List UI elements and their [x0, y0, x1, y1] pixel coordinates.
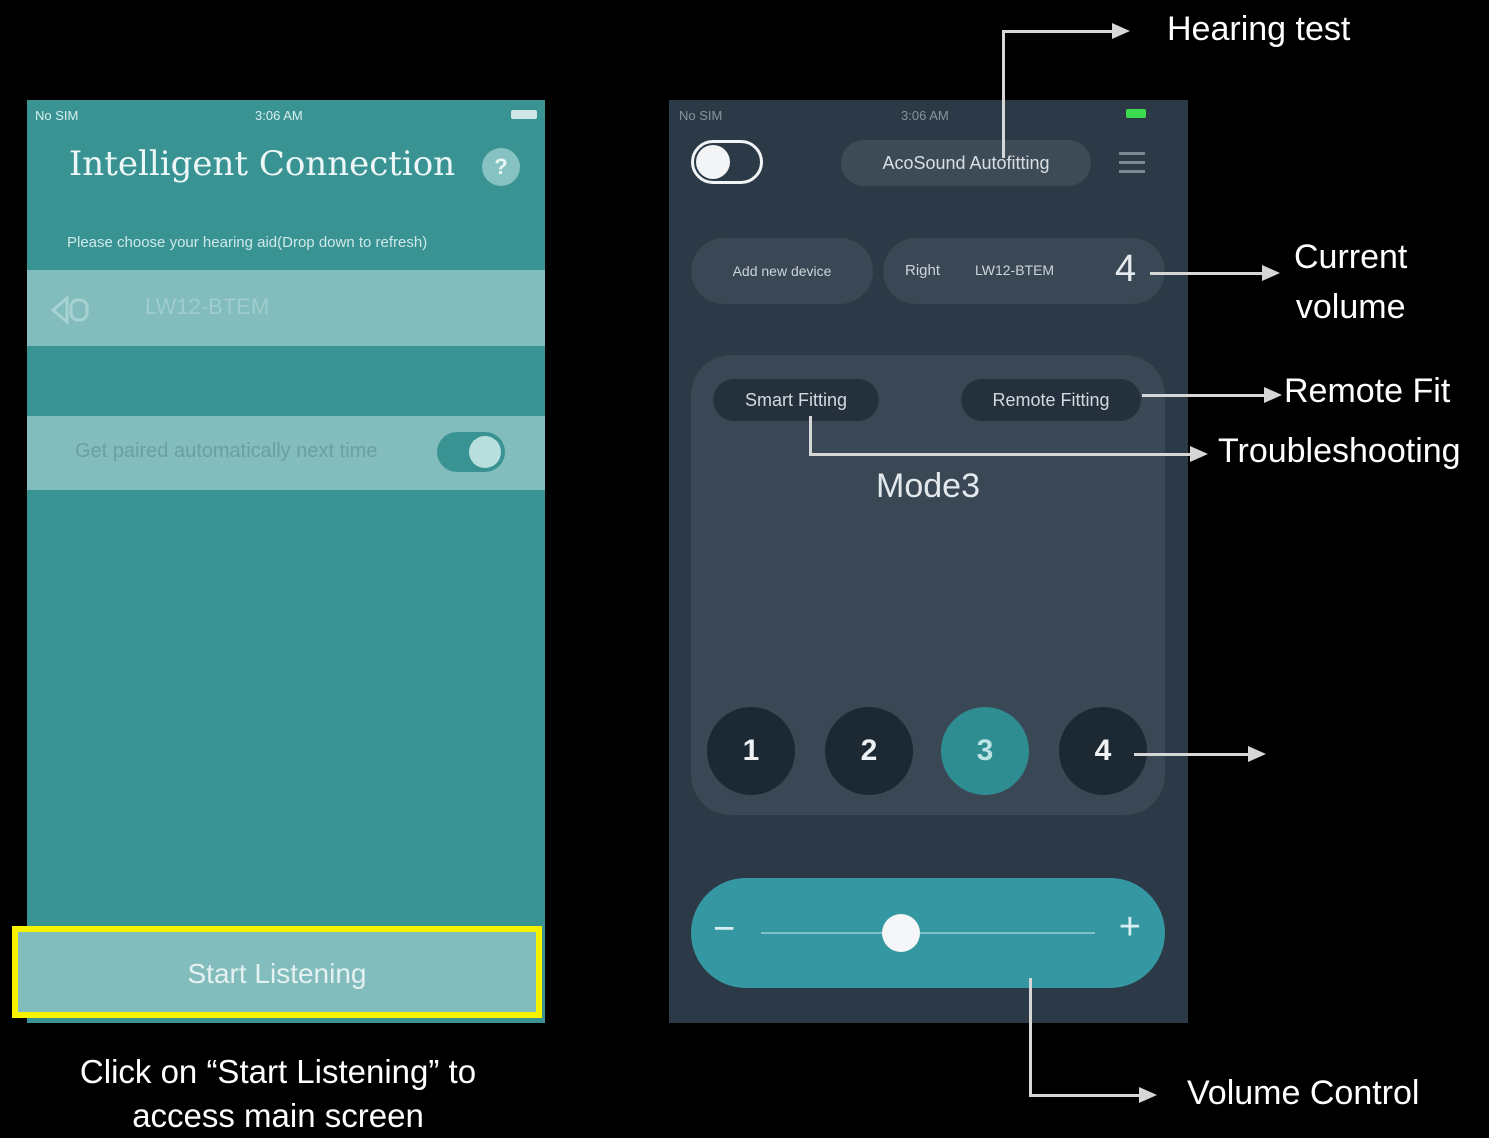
callout-line	[1029, 1094, 1141, 1097]
mode-name: Mode3	[876, 467, 980, 505]
volume-slider-track[interactable]	[761, 932, 1095, 934]
arrow-icon	[1112, 23, 1130, 39]
autofitting-button[interactable]: AcoSound Autofitting	[841, 140, 1091, 186]
troubleshooting-annotation: Troubleshooting	[1218, 432, 1461, 470]
toggle-knob	[696, 145, 730, 179]
help-icon[interactable]: ?	[482, 148, 520, 186]
device-side: Right	[905, 262, 941, 279]
start-listening-label: Start Listening	[187, 958, 367, 989]
arrow-icon	[1262, 265, 1280, 281]
auto-pair-toggle[interactable]	[437, 432, 505, 472]
add-device-button[interactable]: Add new device	[691, 238, 873, 304]
power-toggle[interactable]	[691, 140, 763, 184]
auto-pair-label: Get paired automatically next time	[75, 440, 378, 462]
volume-control-annotation: Volume Control	[1187, 1074, 1420, 1112]
current-volume-annotation: Current volume	[1294, 232, 1407, 332]
device-name: LW12-BTEM	[145, 294, 270, 319]
battery-icon	[1126, 109, 1146, 118]
arrow-icon	[1190, 446, 1208, 462]
mode-button-1[interactable]: 1	[707, 707, 795, 795]
callout-line	[1029, 978, 1032, 1096]
callout-line	[1002, 30, 1114, 33]
callout-line	[1150, 272, 1264, 275]
hearing-aid-icon	[50, 292, 91, 326]
device-name: LW12-BTEM	[975, 262, 1055, 278]
carrier-label: No SIM	[35, 108, 79, 123]
auto-pair-row: Get paired automatically next time	[27, 416, 545, 490]
callout-line	[809, 416, 812, 456]
volume-slider-thumb[interactable]	[882, 914, 921, 952]
status-time: 3:06 AM	[901, 108, 949, 123]
annotation-line: Current	[1294, 238, 1408, 276]
carrier-label: No SIM	[679, 108, 723, 123]
annotation-line: volume	[1295, 288, 1406, 326]
remote-fitting-button[interactable]: Remote Fitting	[961, 379, 1141, 421]
callout-line	[1002, 30, 1005, 158]
volume-down-button[interactable]: −	[713, 908, 735, 951]
hearing-test-annotation: Hearing test	[1167, 10, 1351, 48]
smart-fitting-button[interactable]: Smart Fitting	[713, 379, 879, 421]
device-list-item[interactable]: LW12-BTEM	[27, 270, 545, 346]
connected-device-pill[interactable]: Right LW12-BTEM 4	[883, 238, 1165, 304]
mode-card: Smart Fitting Remote Fitting Mode3 1 2 3…	[691, 355, 1165, 815]
status-time: 3:06 AM	[255, 108, 303, 123]
remote-fit-annotation: Remote Fit	[1284, 372, 1451, 410]
page-title: Intelligent Connection	[68, 144, 456, 184]
mode-button-2[interactable]: 2	[825, 707, 913, 795]
device-prompt: Please choose your hearing aid(Drop down…	[67, 234, 428, 251]
intelligent-connection-screen: No SIM 3:06 AM Intelligent Connection ? …	[27, 100, 545, 1023]
arrow-icon	[1139, 1087, 1157, 1103]
caption-line: Click on “Start Listening” to	[79, 1053, 477, 1090]
main-control-screen: No SIM 3:06 AM AcoSound Autofitting Add …	[669, 100, 1188, 1023]
status-bar: No SIM 3:06 AM	[27, 100, 545, 130]
menu-icon[interactable]	[1119, 152, 1145, 174]
caption-line: access main screen	[132, 1097, 424, 1134]
callout-line	[1142, 394, 1266, 397]
mode-button-4[interactable]: 4	[1059, 707, 1147, 795]
toggle-knob	[469, 436, 501, 468]
battery-icon	[511, 110, 537, 119]
start-listening-button[interactable]: Start Listening	[12, 926, 542, 1018]
callout-line	[1134, 753, 1250, 756]
status-bar: No SIM 3:06 AM	[669, 100, 1188, 130]
arrow-icon	[1248, 746, 1266, 762]
mode-button-3[interactable]: 3	[941, 707, 1029, 795]
volume-control: − +	[691, 878, 1165, 988]
callout-line	[809, 453, 1193, 456]
instruction-caption: Click on “Start Listening” to access mai…	[28, 1050, 528, 1138]
volume-up-button[interactable]: +	[1119, 906, 1141, 949]
current-volume: 4	[1115, 248, 1137, 290]
arrow-icon	[1264, 387, 1282, 403]
